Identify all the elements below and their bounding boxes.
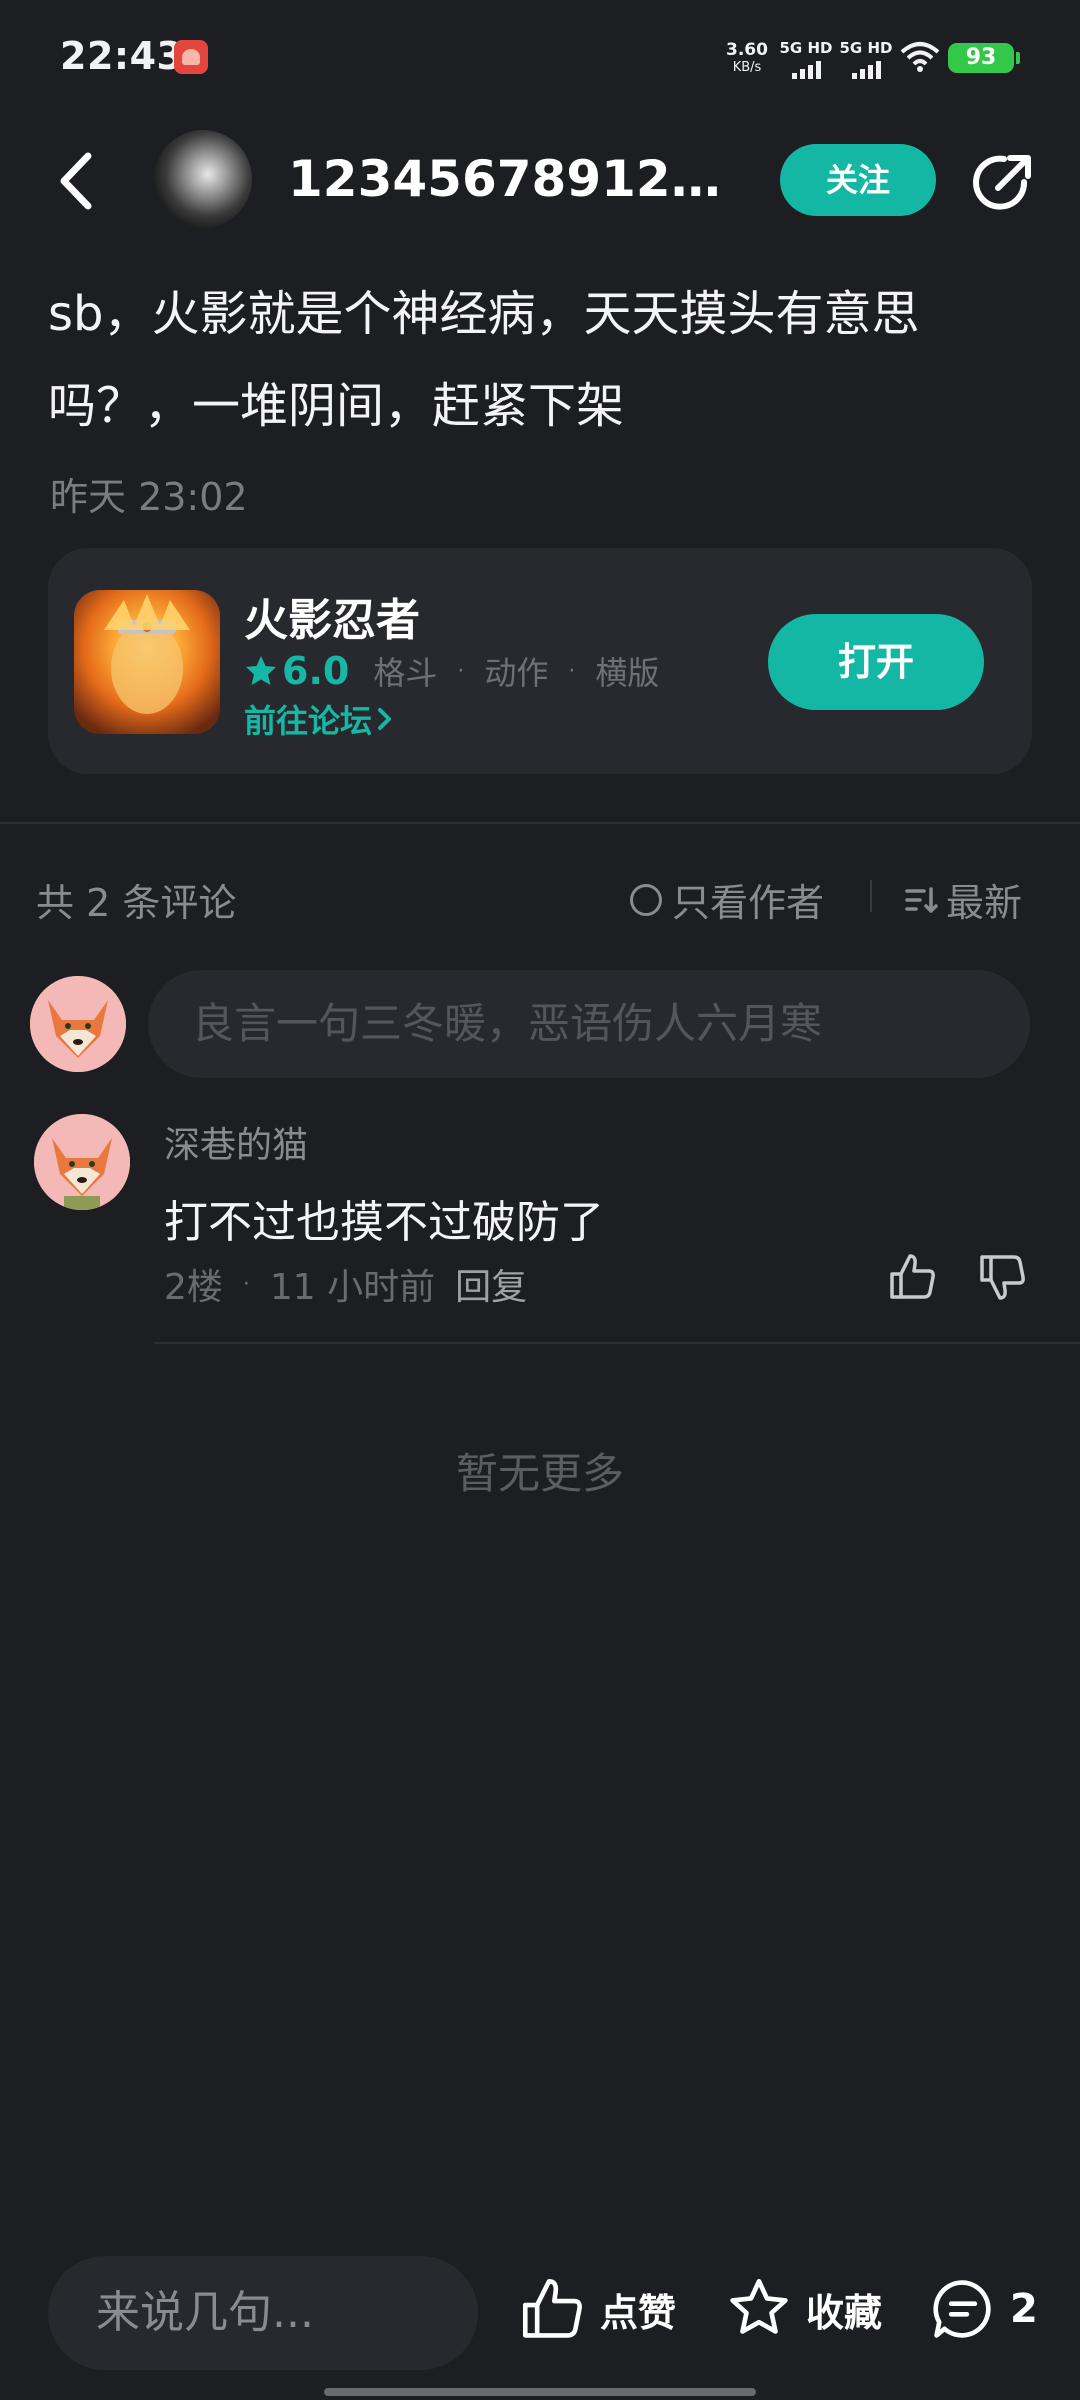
comment-icon [933, 2280, 991, 2338]
comments-count: 共 2 条评论 [36, 881, 237, 925]
status-time: 22:43 [60, 34, 184, 78]
back-button[interactable] [52, 146, 112, 216]
signal-1-label: 5G HD [779, 39, 833, 57]
star-icon [246, 656, 276, 685]
signal-indicator-1: 5G HD [778, 40, 834, 79]
favorite-post-button[interactable]: 收藏 [726, 2276, 882, 2342]
wifi-icon [900, 40, 940, 78]
meta-separator: · [242, 1271, 250, 1297]
game-score: 6.0 [282, 649, 350, 693]
signal-indicator-2: 5G HD [838, 40, 894, 79]
commenter-avatar[interactable] [34, 1114, 130, 1210]
share-icon [973, 155, 1031, 210]
sort-label: 最新 [946, 881, 1023, 925]
comment-meta: 2楼 · 11 小时前 回复 [164, 1258, 527, 1310]
tag-separator: · [568, 658, 576, 684]
net-speed-unit: KB/s [732, 60, 762, 75]
favorite-post-label: 收藏 [806, 2290, 883, 2335]
share-button[interactable] [968, 148, 1038, 218]
notification-app-icon [174, 40, 208, 74]
home-indicator[interactable] [324, 2388, 756, 2396]
no-more-text: 暂无更多 [455, 1449, 624, 1498]
comment-input[interactable]: 良言一句三冬暖，恶语伤人六月寒 [148, 970, 1030, 1078]
chevron-right-icon [378, 708, 392, 730]
comment-dislike-button[interactable] [978, 1252, 1028, 1302]
signal-bars-icon [838, 59, 894, 79]
author-avatar[interactable] [154, 130, 252, 228]
forum-link-label: 前往论坛 [244, 702, 373, 740]
section-divider [0, 822, 1080, 824]
my-avatar [30, 976, 126, 1072]
sort-icon [905, 886, 938, 913]
author-name[interactable]: 1234567891234… [288, 150, 738, 208]
signal-bars-icon [778, 59, 834, 79]
bottom-comment-input[interactable]: 来说几句... [48, 2256, 478, 2370]
signal-2-label: 5G HD [839, 39, 893, 57]
battery-tip [1016, 52, 1020, 64]
game-tag: 格斗 [373, 654, 438, 692]
game-rating-row: 6.0 格斗 · 动作 · 横版 [244, 648, 659, 694]
comment-floor: 2楼 [164, 1267, 223, 1308]
network-speed: 3.60 KB/s [722, 42, 772, 76]
tag-separator: · [457, 658, 465, 684]
game-tag: 横版 [595, 654, 660, 692]
commenter-name[interactable]: 深巷的猫 [164, 1116, 308, 1168]
only-author-toggle[interactable]: 只看作者 [630, 872, 824, 927]
back-icon [60, 152, 92, 210]
game-tag: 动作 [484, 654, 549, 692]
comment-time: 11 小时前 [269, 1267, 436, 1308]
star-outline-icon [730, 2278, 788, 2334]
forum-link[interactable]: 前往论坛 [244, 696, 398, 742]
post-text: sb，火影就是个神经病，天天摸头有意思吗？，一堆阴间，赶紧下架 [48, 286, 920, 434]
circle-icon [630, 883, 662, 916]
net-speed-value: 3.60 [726, 40, 768, 60]
battery-level: 93 [948, 43, 1014, 73]
like-post-button[interactable]: 点赞 [520, 2276, 676, 2342]
game-title[interactable]: 火影忍者 [244, 584, 420, 648]
thumbs-down-icon [980, 1255, 1025, 1300]
open-game-button[interactable]: 打开 [768, 614, 984, 710]
comment-count: 2 [1010, 2286, 1038, 2332]
reply-button[interactable]: 回复 [455, 1258, 527, 1310]
header-separator [870, 880, 872, 912]
game-icon[interactable] [74, 590, 220, 734]
follow-button[interactable]: 关注 [780, 144, 936, 216]
post-time: 昨天 23:02 [50, 475, 248, 519]
thumbs-up-icon [522, 2278, 582, 2338]
sort-button[interactable]: 最新 [904, 872, 1022, 927]
thumbs-up-icon [890, 1254, 935, 1299]
comment-text: 打不过也摸不过破防了 [164, 1197, 604, 1248]
like-post-label: 点赞 [600, 2290, 677, 2335]
only-author-label: 只看作者 [672, 881, 825, 925]
comment-like-button[interactable] [888, 1252, 938, 1302]
comment-divider [154, 1342, 1080, 1344]
comments-button[interactable]: 2 [930, 2276, 1038, 2342]
